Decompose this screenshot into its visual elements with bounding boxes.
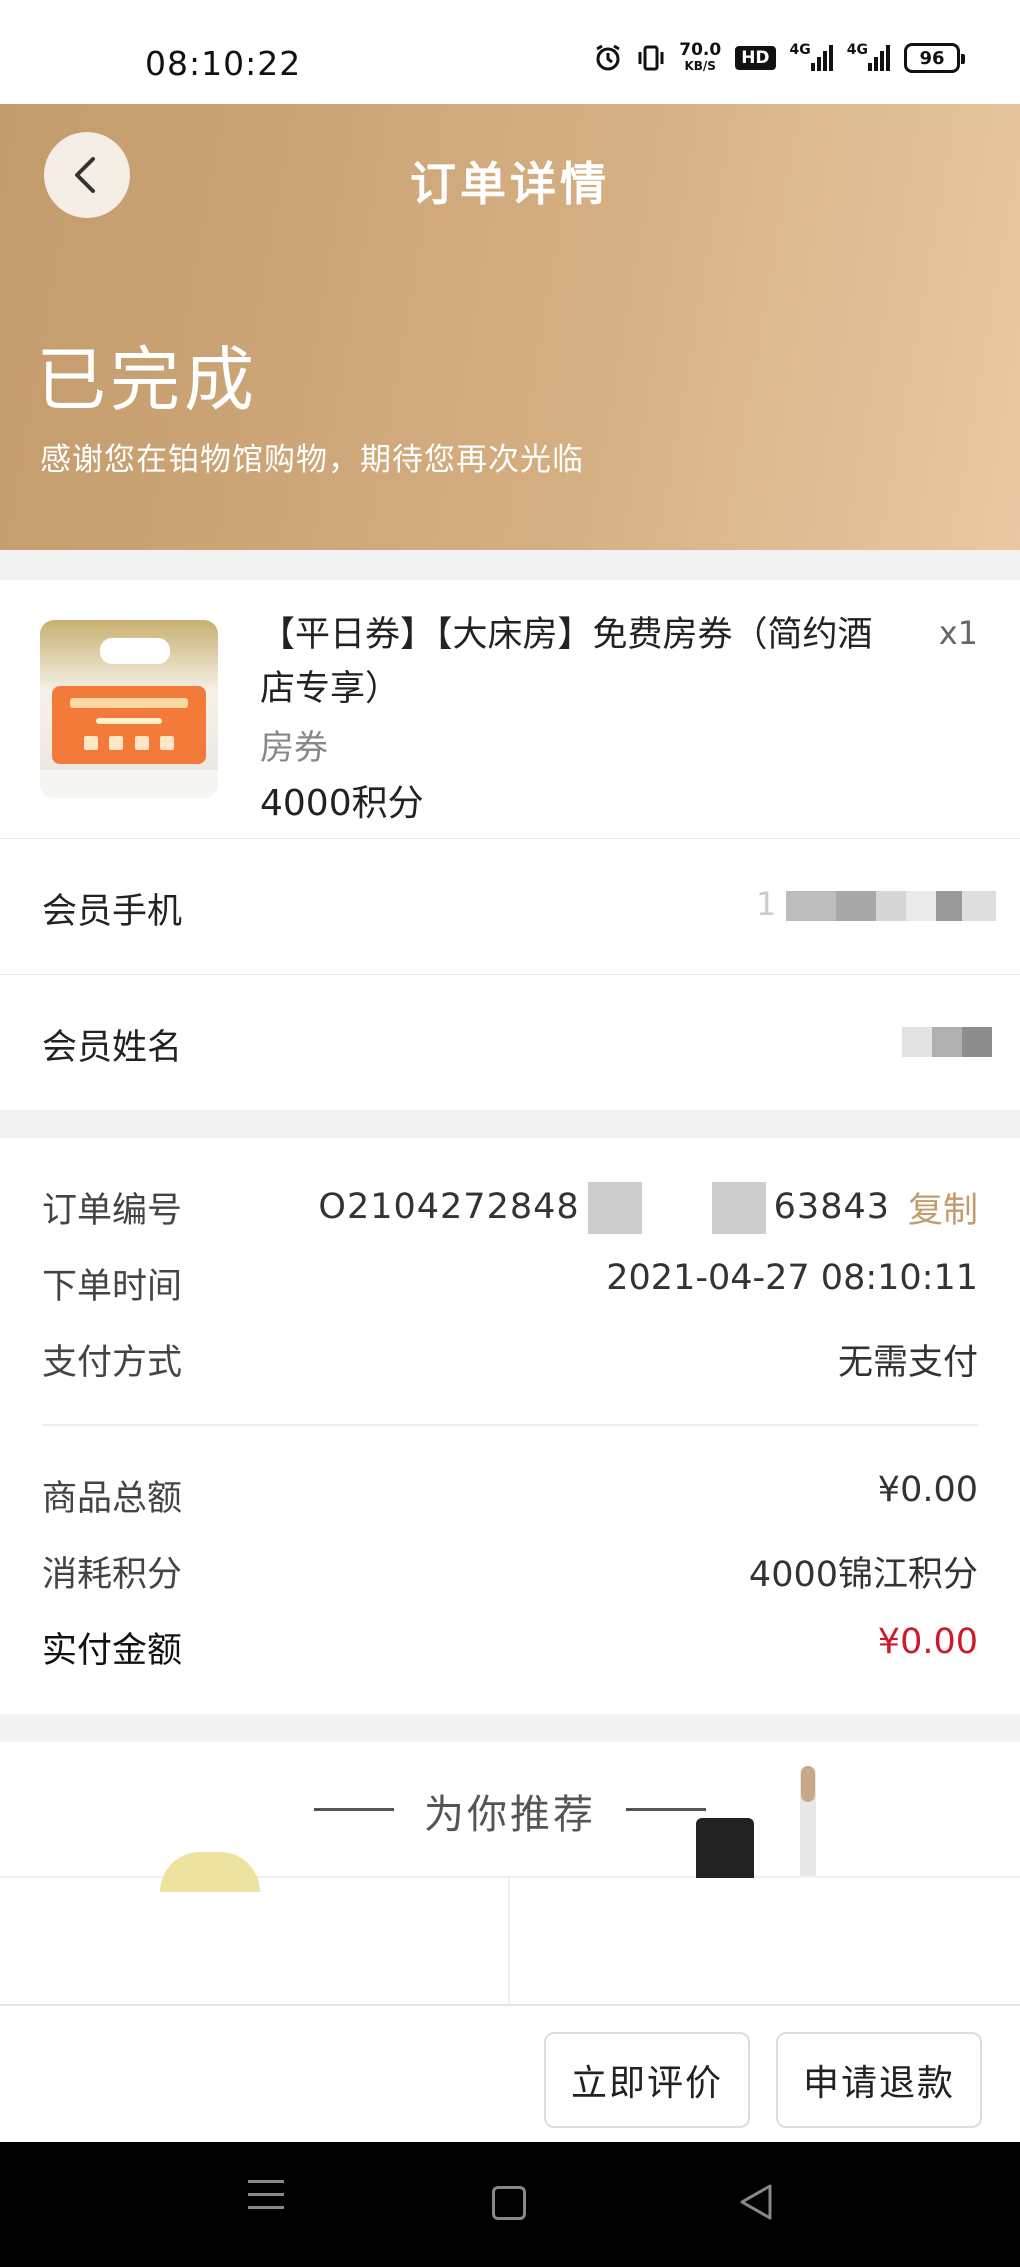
speed-value: 70.0	[679, 40, 722, 60]
system-nav-bar	[0, 2142, 1020, 2267]
order-detail-card: 订单编号 O2104272848 63843 复制 下单时间 2021-04-27…	[0, 1138, 1020, 1714]
bottom-action-bar: 立即评价 申请退款	[0, 2004, 1020, 2142]
payment-method-label: 支付方式	[42, 1343, 183, 1383]
menu-icon[interactable]	[248, 2180, 284, 2219]
speed-unit: KB/S	[684, 59, 716, 73]
order-status-subtitle: 感谢您在铂物馆购物，期待您再次光临	[40, 442, 584, 478]
network-speed: 70.0 KB/S	[679, 42, 721, 74]
network-type-1: 4G	[789, 42, 811, 58]
order-number-suffix: 63843	[773, 1187, 890, 1227]
product-card: 【平日券】【大床房】免费房券（简约酒店专享） x1 房券 4000积分 会员手机…	[0, 580, 1020, 1110]
member-phone-value: 1	[756, 885, 996, 923]
review-button[interactable]: 立即评价	[544, 2032, 750, 2128]
order-number-label: 订单编号	[42, 1191, 183, 1231]
recommend-section: 为你推荐	[0, 1742, 1020, 2006]
recommend-product-2[interactable]	[696, 1818, 754, 1878]
goods-total-label: 商品总额	[42, 1479, 183, 1519]
amount-paid-value: ¥0.00	[877, 1622, 978, 1662]
amount-paid-row: 实付金额 ¥0.00	[0, 1608, 1020, 1684]
status-icons: 70.0 KB/S HD 4G 4G 96	[593, 42, 965, 74]
order-number-row: 订单编号 O2104272848 63843 复制	[0, 1168, 1020, 1244]
status-time: 08:10:22	[145, 44, 302, 83]
recommend-product-1[interactable]	[160, 1852, 260, 1892]
vibrate-icon	[637, 42, 665, 74]
recommend-product-2-wand	[800, 1766, 816, 1876]
order-time-label: 下单时间	[42, 1267, 183, 1307]
order-status-title: 已完成	[36, 339, 258, 421]
product-quantity: x1	[938, 614, 978, 652]
hd-icon: HD	[735, 46, 776, 70]
recommend-grid	[0, 1876, 1020, 2006]
order-number-value: O2104272848 63843	[318, 1182, 890, 1234]
page-title: 订单详情	[410, 157, 610, 211]
recommend-title: 为你推荐	[424, 1792, 596, 1838]
amount-paid-label: 实付金额	[42, 1631, 183, 1671]
payment-method-row: 支付方式 无需支付	[0, 1320, 1020, 1396]
product-thumbnail[interactable]	[40, 620, 218, 798]
alarm-icon	[593, 42, 623, 74]
copy-button[interactable]: 复制	[908, 1182, 978, 1233]
divider	[42, 1424, 978, 1426]
payment-method-value: 无需支付	[837, 1343, 978, 1383]
battery-icon: 96	[904, 43, 965, 73]
product-price: 4000积分	[260, 783, 424, 824]
product-name[interactable]: 【平日券】【大床房】免费房券（简约酒店专享）	[260, 608, 900, 716]
member-phone-visible: 1	[756, 885, 777, 923]
back-triangle-icon[interactable]	[738, 2182, 774, 2226]
member-name-label: 会员姓名	[42, 1028, 183, 1068]
product-category: 房券	[260, 728, 328, 768]
refund-button[interactable]: 申请退款	[776, 2032, 982, 2128]
recommend-line-right	[626, 1808, 706, 1811]
points-used-label: 消耗积分	[42, 1555, 183, 1595]
member-name-row: 会员姓名	[0, 974, 1020, 1110]
goods-total-row: 商品总额 ¥0.00	[0, 1456, 1020, 1532]
status-bar: 08:10:22 70.0 KB/S HD 4G 4G 96	[0, 0, 1020, 104]
signal-icon-2: 4G	[847, 42, 890, 74]
network-type-2: 4G	[846, 42, 868, 58]
member-phone-row: 会员手机 1	[0, 838, 1020, 974]
order-status-banner: 订单详情 已完成 感谢您在铂物馆购物，期待您再次光临	[0, 104, 1020, 550]
member-name-value	[902, 1027, 992, 1057]
order-number-prefix: O2104272848	[318, 1187, 580, 1227]
order-time-value: 2021-04-27 08:10:11	[606, 1258, 978, 1298]
points-used-value: 4000锦江积分	[748, 1555, 978, 1595]
order-time-row: 下单时间 2021-04-27 08:10:11	[0, 1244, 1020, 1320]
points-used-row: 消耗积分 4000锦江积分	[0, 1532, 1020, 1608]
member-phone-label: 会员手机	[42, 892, 183, 932]
signal-icon: 4G	[790, 42, 833, 74]
home-icon[interactable]	[492, 2186, 526, 2220]
goods-total-value: ¥0.00	[877, 1470, 978, 1510]
